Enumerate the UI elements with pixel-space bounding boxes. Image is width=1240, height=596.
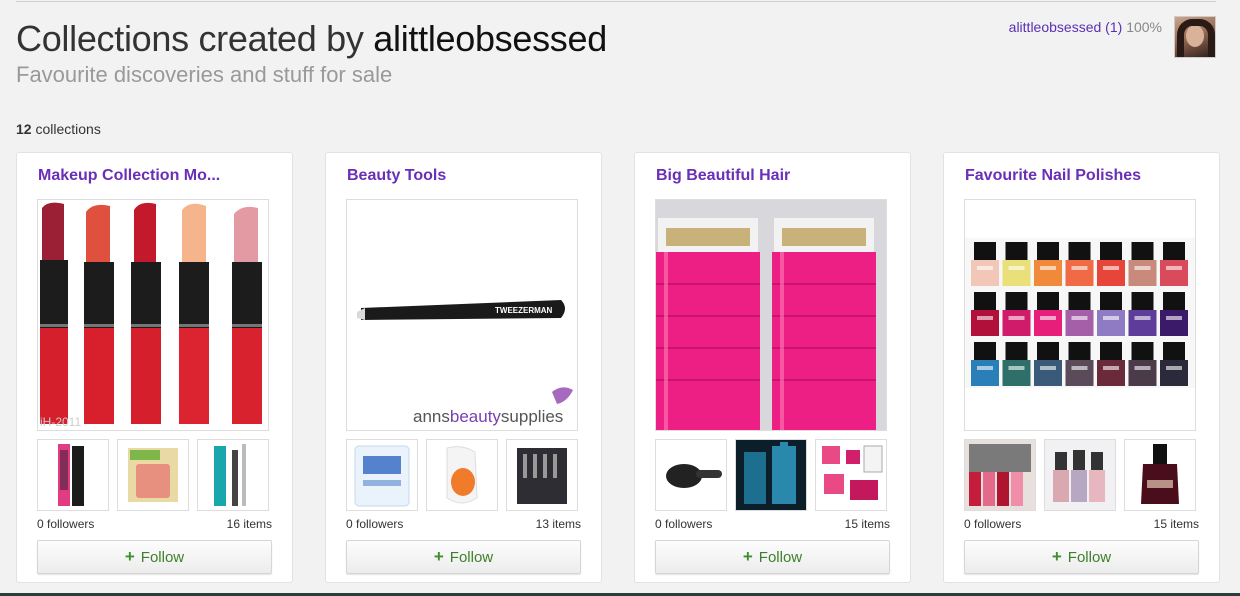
follow-label: Follow [140, 548, 185, 566]
followers-count: 0 followers [655, 517, 713, 531]
collection-thumbnail[interactable] [964, 439, 1036, 511]
items-count: 15 items [1153, 517, 1199, 531]
collection-thumbnail[interactable] [346, 439, 418, 511]
collection-card: Makeup Collection Mo... iH-2011 0 follow… [16, 152, 293, 583]
items-count: 13 items [535, 517, 581, 531]
follow-button[interactable]: + Follow [37, 540, 272, 574]
page-title-prefix: Collections created by [16, 18, 364, 59]
page-title-owner: alittleobsessed [373, 18, 607, 59]
collection-title[interactable]: Beauty Tools [347, 167, 446, 185]
collections-count: 12 collections [16, 121, 101, 137]
items-count: 16 items [226, 517, 272, 531]
collection-thumbnail[interactable] [1044, 439, 1116, 511]
collection-main-image[interactable]: iH-2011 [37, 199, 269, 431]
collection-main-image[interactable] [964, 199, 1196, 431]
user-percent: 100% [1126, 19, 1162, 35]
avatar[interactable] [1174, 16, 1216, 58]
page-title: Collections created by alittleobsessed [16, 18, 607, 60]
follow-button[interactable]: + Follow [655, 540, 890, 574]
collection-thumbnail[interactable] [37, 439, 109, 511]
watermark-text: annsbeautysupplies [413, 407, 563, 426]
collection-thumbnail[interactable] [735, 439, 807, 511]
user-info: alittleobsessed (1) 100% [1009, 19, 1162, 35]
collection-card: Favourite Nail Polishes 0 followers 15 i… [943, 152, 1220, 583]
collection-title[interactable]: Makeup Collection Mo... [38, 167, 220, 185]
collection-thumbnail[interactable] [506, 439, 578, 511]
followers-count: 0 followers [346, 517, 404, 531]
plus-icon: + [742, 547, 753, 566]
collection-thumbnail[interactable] [1124, 439, 1196, 511]
plus-icon: + [1051, 547, 1062, 566]
user-count: (1) [1105, 19, 1123, 35]
collection-thumbnails [655, 439, 887, 511]
collection-meta: 0 followers 13 items [346, 517, 581, 531]
collection-title[interactable]: Big Beautiful Hair [656, 167, 790, 185]
follow-label: Follow [758, 548, 803, 566]
page-subtitle: Favourite discoveries and stuff for sale [16, 62, 393, 87]
tweezer-brand: TWEEZERMAN [495, 306, 553, 315]
collection-main-image[interactable] [655, 199, 887, 431]
collection-thumbnail[interactable] [117, 439, 189, 511]
collection-thumbnail[interactable] [815, 439, 887, 511]
follow-label: Follow [1067, 548, 1112, 566]
collection-thumbnail[interactable] [426, 439, 498, 511]
items-count: 15 items [844, 517, 890, 531]
followers-count: 0 followers [37, 517, 95, 531]
collections-count-label: collections [35, 121, 101, 137]
collection-thumbnail[interactable] [655, 439, 727, 511]
follow-button[interactable]: + Follow [964, 540, 1199, 574]
top-divider [16, 1, 1216, 2]
collection-card: Beauty Tools TWEEZERMAN annsbeautysuppli… [325, 152, 602, 583]
followers-count: 0 followers [964, 517, 1022, 531]
image-caption: iH-2011 [40, 415, 81, 429]
collection-thumbnails [37, 439, 269, 511]
user-box: alittleobsessed (1) 100% [1009, 16, 1216, 58]
user-link[interactable]: alittleobsessed [1009, 19, 1102, 35]
collection-meta: 0 followers 15 items [964, 517, 1199, 531]
collection-thumbnails [964, 439, 1196, 511]
plus-icon: + [124, 547, 135, 566]
collection-thumbnails [346, 439, 578, 511]
collections-grid: Makeup Collection Mo... iH-2011 0 follow… [16, 152, 1220, 583]
collection-card: Big Beautiful Hair 0 followers 15 items … [634, 152, 911, 583]
follow-button[interactable]: + Follow [346, 540, 581, 574]
plus-icon: + [433, 547, 444, 566]
collection-main-image[interactable]: TWEEZERMAN annsbeautysupplies [346, 199, 578, 431]
collection-meta: 0 followers 16 items [37, 517, 272, 531]
collection-title[interactable]: Favourite Nail Polishes [965, 167, 1141, 185]
collections-count-number: 12 [16, 121, 32, 137]
collection-meta: 0 followers 15 items [655, 517, 890, 531]
collection-thumbnail[interactable] [197, 439, 269, 511]
follow-label: Follow [449, 548, 494, 566]
page-header: Collections created by alittleobsessed F… [16, 18, 607, 90]
